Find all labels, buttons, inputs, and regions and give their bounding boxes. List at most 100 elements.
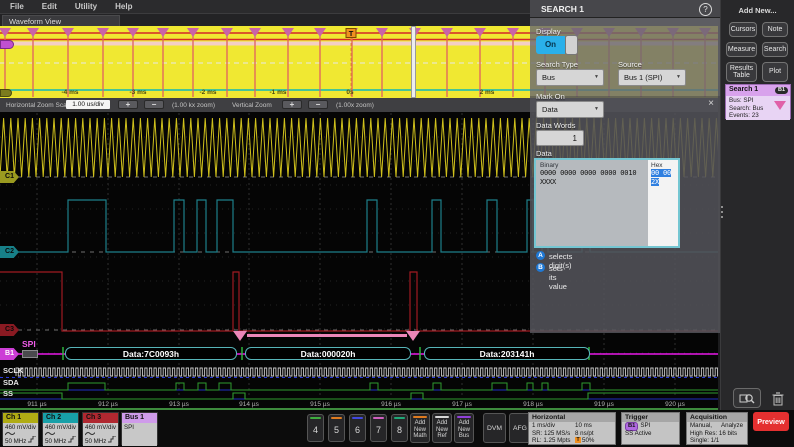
channel-button-7[interactable]: 7 (370, 414, 387, 442)
hint-b-text: sets its value (549, 264, 567, 291)
sidebar-button-measure[interactable]: Measure (726, 42, 757, 57)
acquisition-mode: Manual, (690, 422, 712, 429)
search-panel-titlebar[interactable]: SEARCH 1 ? (530, 0, 720, 18)
mark-on-value: Data (542, 105, 558, 114)
search-mark-icon (127, 28, 139, 37)
add-new-bus-button[interactable]: AddNewBus (454, 413, 474, 443)
channel-color-bar (310, 417, 321, 419)
hzoom-minus-button[interactable]: − (144, 100, 164, 109)
channel-badge-ch3[interactable]: Ch 3460 mV/div50 MHz (82, 412, 119, 445)
search-type-label: Search Type (536, 60, 578, 69)
zoom-to-search-button[interactable] (733, 388, 761, 408)
search-badge-title: Search 1 (729, 86, 758, 93)
vertical-zoom-label: Vertical Zoom (232, 102, 272, 109)
bus-decode-box: Data:203141h (424, 347, 590, 360)
button-color-bar (435, 416, 449, 418)
hex-value-line2: 2X (651, 178, 659, 186)
button-color-bar (413, 416, 427, 418)
menu-file[interactable]: File (10, 2, 24, 11)
search-result-badge[interactable]: Search 1 B1 Bus: SPISearch: BusEvents: 2… (725, 84, 791, 119)
hex-field[interactable]: Hex 00 00 2X (648, 160, 678, 246)
menu-edit[interactable]: Edit (42, 2, 57, 11)
hzoom-plus-button[interactable]: + (118, 100, 138, 109)
add-new-ref-button[interactable]: AddNewRef (432, 413, 452, 443)
add-new-label: Add New... (721, 6, 794, 15)
status-bar: Ch 1460 mV/div50 MHzCh 2460 mV/div50 MHz… (0, 410, 794, 447)
sidebar-button-note[interactable]: Note (762, 22, 788, 37)
horizontal-settings-panel[interactable]: Horizontal 1 ms/div10 ms SR: 125 MS/s8 n… (528, 412, 616, 445)
search-mark-icon (157, 28, 169, 37)
zoom-window-indicator[interactable] (411, 26, 416, 98)
time-tick-label: 914 µs (239, 401, 259, 408)
channel-button-5[interactable]: 5 (328, 414, 345, 442)
search-panel-title: SEARCH 1 (541, 4, 584, 14)
digital-channel-label: SS (3, 389, 13, 398)
vzoom-plus-button[interactable]: + (282, 100, 302, 109)
time-tick-label: 920 µs (665, 401, 685, 408)
search-config-panel: SEARCH 1 ? Display On Search Type Bus ▼ … (530, 0, 720, 333)
data-words-input[interactable]: 1 (536, 130, 584, 146)
help-icon[interactable]: ? (699, 3, 712, 16)
time-tick-label: 918 µs (523, 401, 543, 408)
source-dropdown[interactable]: Bus 1 (SPI) ▼ (618, 69, 686, 86)
bandwidth-icon (28, 436, 36, 443)
trigger-position-marker[interactable]: T (346, 28, 357, 38)
channel-badge-name: Ch 2 (43, 413, 78, 423)
channel-button-8[interactable]: 8 (391, 414, 408, 442)
trigger-panel-title: Trigger (622, 413, 679, 422)
hex-label: Hex (651, 162, 678, 169)
time-tick-label: 915 µs (310, 401, 330, 408)
acquisition-settings-panel[interactable]: Acquisition Manual,Analyze High Res: 16 … (686, 412, 748, 445)
binary-label: Binary (540, 162, 648, 169)
display-toggle[interactable]: On (536, 36, 579, 54)
close-icon[interactable]: × (708, 99, 714, 109)
menu-utility[interactable]: Utility (75, 2, 97, 11)
delete-search-button[interactable] (768, 389, 788, 408)
channel-color-bar (373, 417, 384, 419)
sidebar-button-cursors[interactable]: Cursors (729, 22, 757, 37)
menu-help[interactable]: Help (115, 2, 132, 11)
coupling-icon (85, 431, 95, 436)
channel-button-4[interactable]: 4 (307, 414, 324, 442)
add-new-math-button[interactable]: AddNewMath (410, 413, 430, 443)
trigger-position-percent: 50% (582, 437, 594, 444)
overview-time-label: 0s (346, 89, 353, 96)
search-mark-icon (221, 28, 233, 37)
binary-field[interactable]: Binary 0000 0000 0000 0000 0010 XXXX (536, 160, 648, 246)
data-pattern-box[interactable]: Binary 0000 0000 0000 0000 0010 XXXX Hex… (534, 158, 680, 248)
preview-button[interactable]: Preview (753, 412, 789, 431)
search-type-dropdown[interactable]: Bus ▼ (536, 69, 604, 86)
horizontal-zoom-scale-input[interactable]: 1.00 us/div (66, 100, 110, 109)
channel-badge-ch2[interactable]: Ch 2460 mV/div50 MHz (42, 412, 79, 445)
overview-time-label: -4 ms (62, 89, 79, 96)
search-mark-icon (62, 28, 74, 37)
button-color-bar (457, 416, 471, 418)
vzoom-factor-label: (1.00x zoom) (336, 102, 374, 109)
search-mark-icon (474, 28, 486, 37)
channel-badge-ch1[interactable]: Ch 1460 mV/div50 MHz (2, 412, 39, 445)
data-words-label: Data Words (536, 121, 575, 130)
panel-divider-grip[interactable] (721, 203, 724, 219)
sidebar-button-search[interactable]: Search (762, 42, 788, 57)
trigger-settings-panel[interactable]: Trigger B1SPI SS Active (621, 412, 680, 445)
vzoom-minus-button[interactable]: − (308, 100, 328, 109)
horizontal-zoom-scale-label: Horizontal Zoom Scale (6, 102, 72, 109)
hzoom-factor-label: (1.00 kx zoom) (172, 102, 215, 109)
hex-value-line1: 00 00 (651, 169, 671, 177)
sidebar-button-plot[interactable]: Plot (762, 62, 788, 82)
bandwidth-icon (108, 436, 116, 443)
trigger-type: SPI (640, 422, 650, 429)
search-mark-icon (507, 28, 519, 37)
mark-on-dropdown[interactable]: Data ▼ (536, 101, 604, 118)
channel-color-bar (352, 417, 363, 419)
channel-button-6[interactable]: 6 (349, 414, 366, 442)
channel-badge-name: Ch 1 (3, 413, 38, 423)
sidebar-button-results-table[interactable]: Results Table (726, 62, 757, 82)
bus-collapsed-slab[interactable] (22, 350, 38, 358)
overview-bus1-handle[interactable] (0, 40, 14, 49)
dvm-button[interactable]: DVM (483, 413, 506, 443)
overview-ch1-handle[interactable] (0, 89, 12, 97)
bus-badge-bus1[interactable]: Bus 1SPI (121, 412, 158, 445)
display-toggle-on: On (536, 36, 565, 54)
display-toggle-knob (565, 35, 578, 55)
